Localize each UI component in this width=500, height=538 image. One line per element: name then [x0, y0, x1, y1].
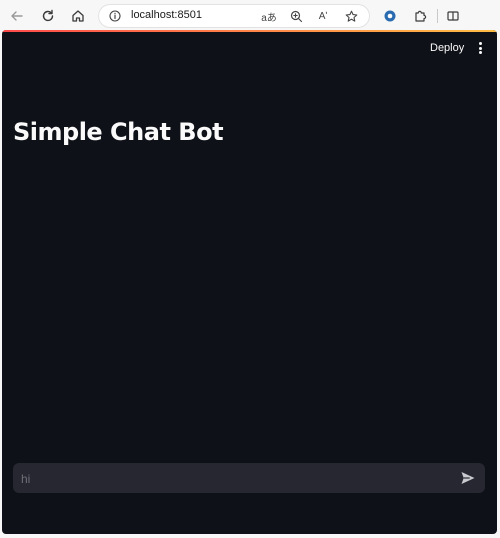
main-menu-icon[interactable]: [474, 40, 486, 56]
read-aloud-label: Aʹ: [318, 10, 328, 22]
streamlit-app: Deploy Simple Chat Bot: [2, 30, 497, 534]
menu-dot: [478, 46, 482, 50]
url-text[interactable]: localhost:8501: [131, 9, 202, 21]
toolbar-divider: [437, 9, 438, 23]
refresh-icon[interactable]: [37, 5, 59, 27]
header-decoration: [2, 30, 497, 32]
menu-dot: [478, 51, 482, 54]
read-aloud-icon[interactable]: Aʹ: [314, 7, 332, 25]
address-bar[interactable]: localhost:8501 aあ Aʹ: [98, 4, 370, 28]
extensions-icon[interactable]: [409, 5, 431, 27]
zoom-icon[interactable]: [287, 7, 305, 25]
send-icon[interactable]: [459, 469, 477, 487]
deploy-button[interactable]: Deploy: [426, 40, 468, 56]
chat-input-container: [13, 463, 485, 495]
translate-icon[interactable]: aあ: [260, 7, 278, 25]
back-icon[interactable]: [6, 5, 28, 27]
page-title: Simple Chat Bot: [13, 118, 224, 146]
browser-toolbar: localhost:8501 aあ Aʹ: [0, 0, 500, 31]
favorite-star-icon[interactable]: [342, 7, 360, 25]
browser-window: localhost:8501 aあ Aʹ Deploy Simple Chat …: [0, 0, 500, 538]
translate-label: aあ: [261, 12, 277, 24]
info-icon[interactable]: [106, 7, 124, 25]
split-screen-icon[interactable]: [442, 5, 464, 27]
chat-input[interactable]: [19, 463, 453, 495]
home-icon[interactable]: [67, 5, 89, 27]
menu-dot: [478, 42, 482, 45]
extension-badge-icon[interactable]: [379, 5, 401, 27]
